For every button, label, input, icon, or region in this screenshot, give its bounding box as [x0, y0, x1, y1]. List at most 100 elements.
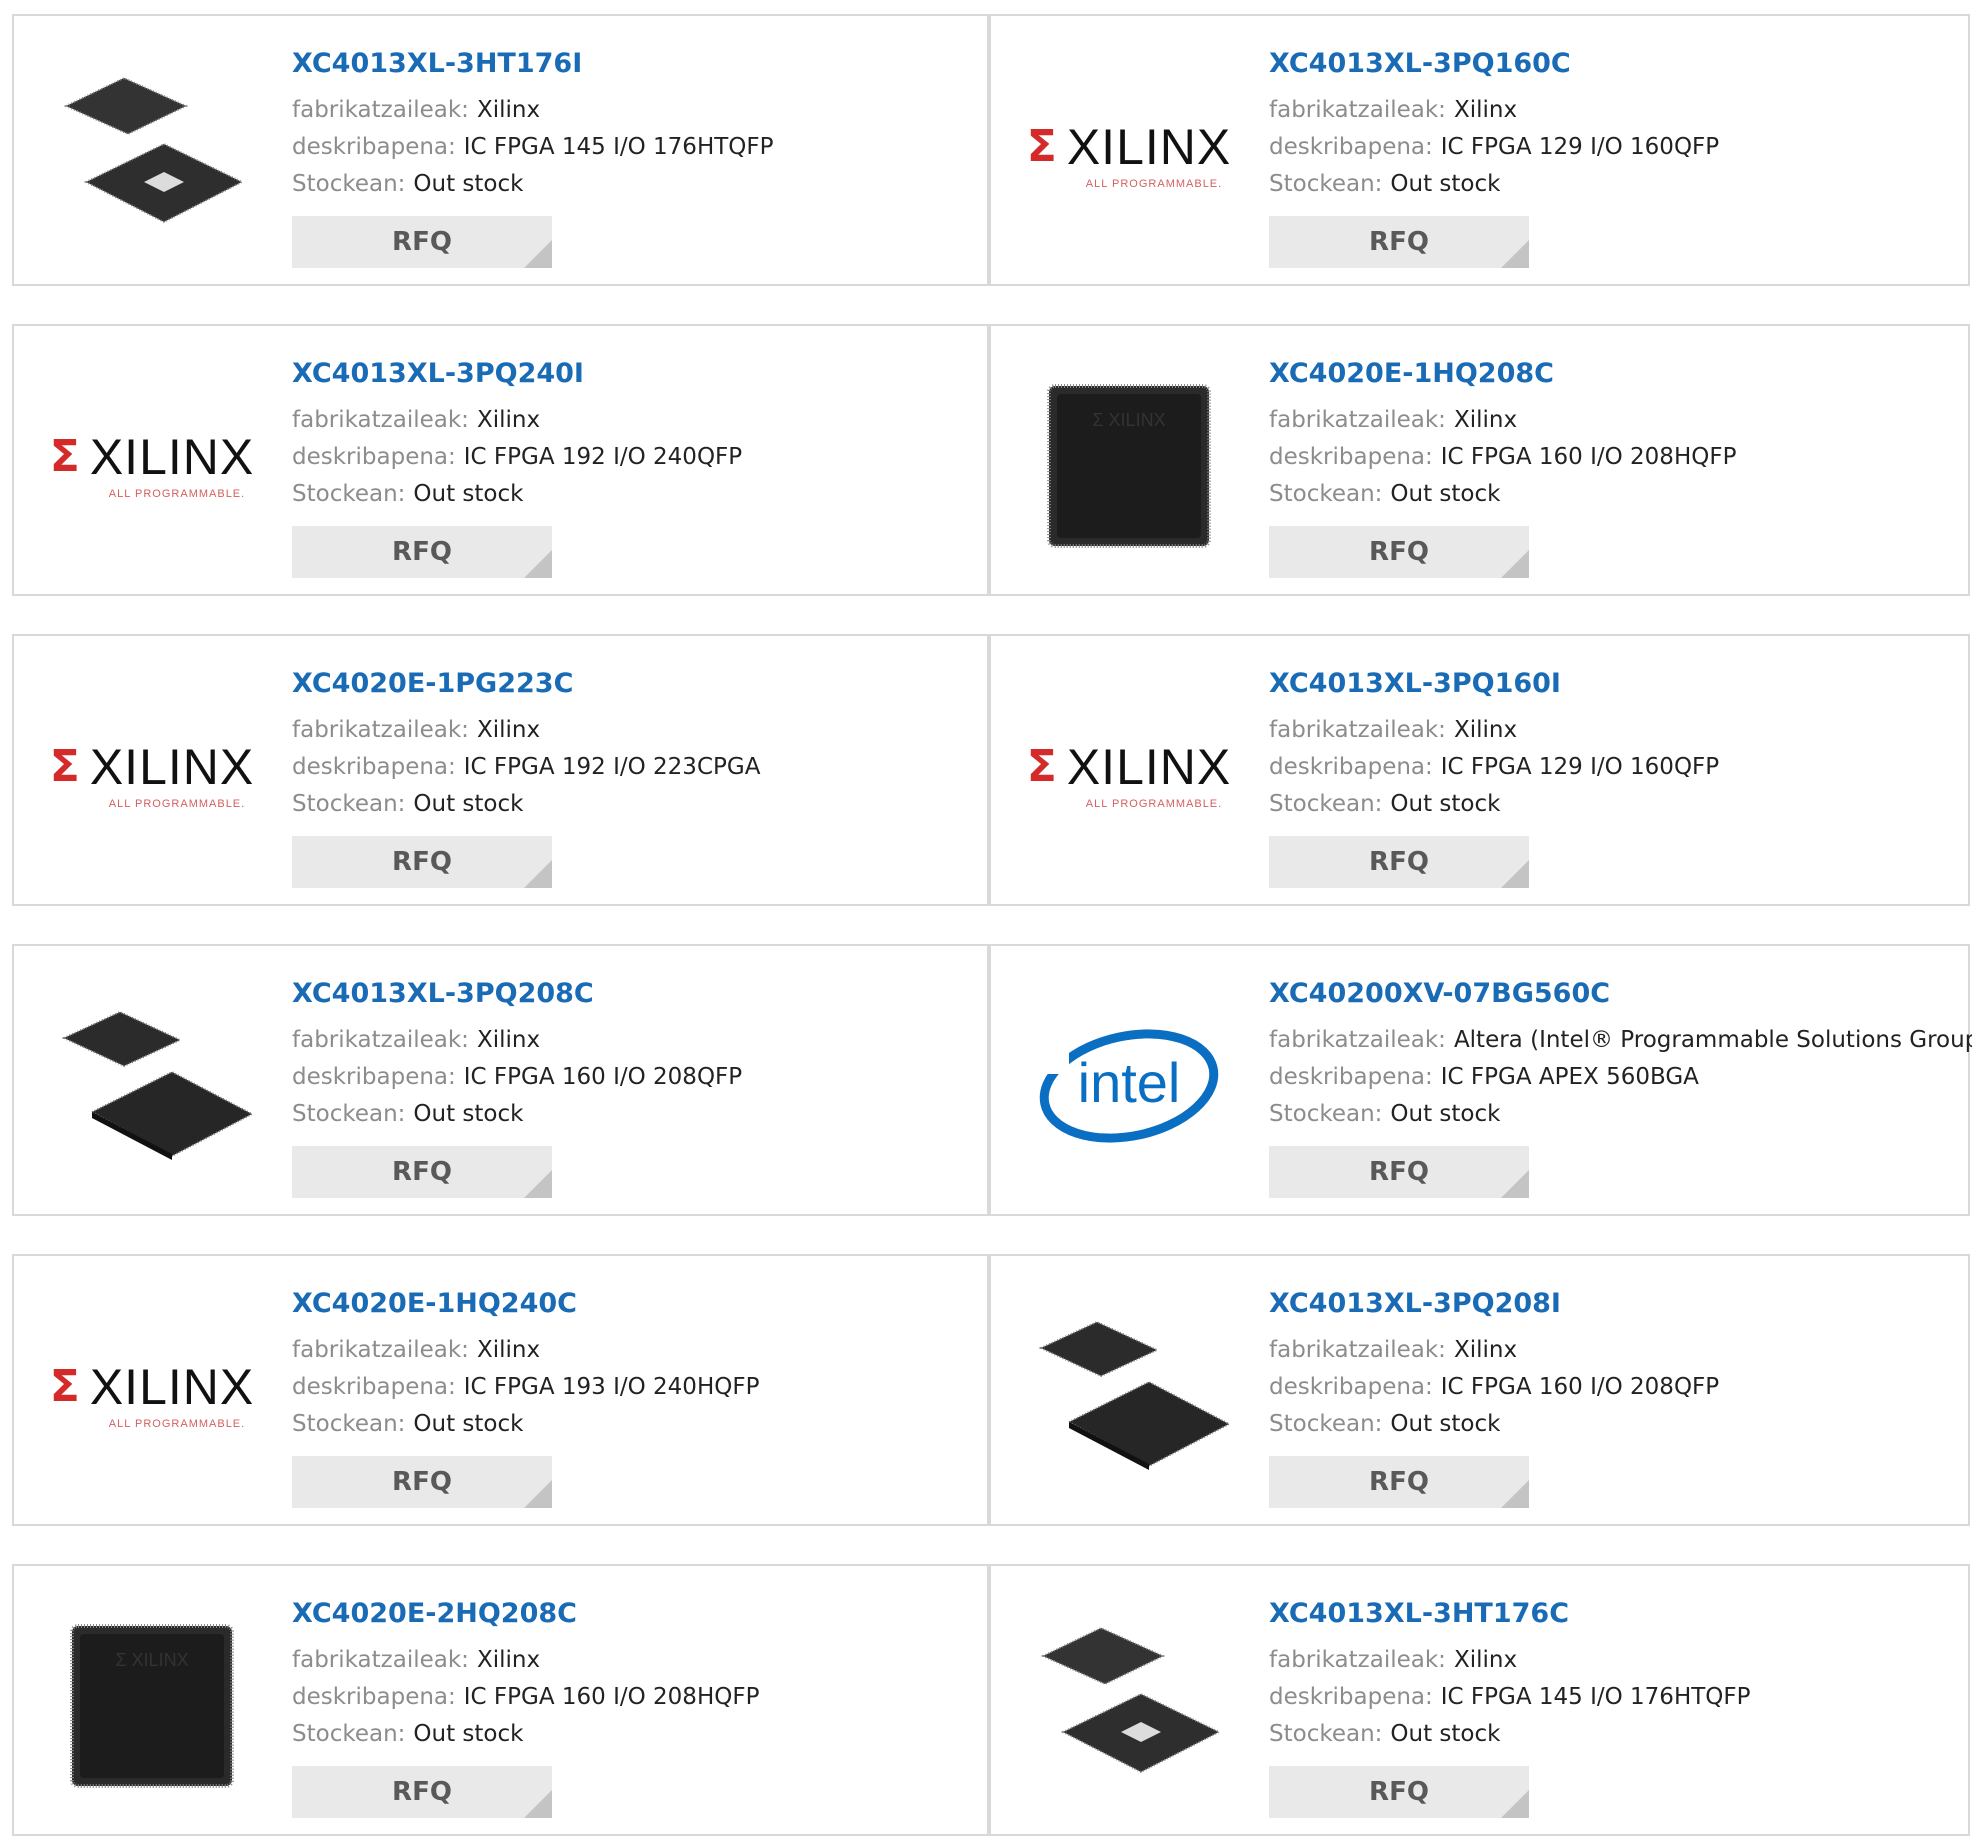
rfq-label: RFQ [392, 1777, 452, 1807]
product-image[interactable]: Σ XILINX ALL PROGRAMMABLE. [49, 676, 255, 876]
product-info: XC4013XL-3HT176I fabrikatzaileak: Xilinx de… [292, 44, 977, 203]
rfq-button[interactable]: RFQ [292, 216, 552, 268]
product-card: Σ XILINX XC4020E-2HQ208C fabrikatzaileak: X… [12, 1564, 989, 1836]
rfq-button[interactable]: RFQ [292, 1456, 552, 1508]
manufacturer-label: fabrikatzaileak: [292, 1647, 469, 1673]
product-info: XC4013XL-3PQ208I fabrikatzaileak: Xilinx de… [1269, 1284, 1958, 1443]
stock-row: Stockean: Out stock [292, 476, 977, 513]
product-card: Σ XILINX ALL PROGRAMMABLE. XC4020E-1HQ240C f… [12, 1254, 989, 1526]
corner-fold-decoration [1501, 550, 1529, 578]
part-number-link[interactable]: XC4013XL-3PQ240I [292, 354, 977, 394]
product-card: XC4013XL-3HT176C fabrikatzaileak: Xilinx de… [989, 1564, 1970, 1836]
manufacturer-label: fabrikatzaileak: [1269, 1027, 1446, 1053]
part-number-link[interactable]: XC4020E-1HQ208C [1269, 354, 1958, 394]
description-label: deskribapena: [292, 754, 456, 780]
stock-label: Stockean: [292, 791, 406, 817]
product-info: XC4013XL-3HT176C fabrikatzaileak: Xilinx de… [1269, 1594, 1958, 1753]
part-number-link[interactable]: XC4013XL-3PQ160C [1269, 44, 1958, 84]
manufacturer-row: fabrikatzaileak: Xilinx [1269, 712, 1958, 749]
stock-label: Stockean: [1269, 481, 1383, 507]
product-image[interactable] [52, 986, 252, 1186]
product-card: Σ XILINX ALL PROGRAMMABLE. XC4013XL-3PQ160C… [989, 14, 1970, 286]
manufacturer-row: fabrikatzaileak: Xilinx [1269, 1332, 1958, 1369]
stock-value: Out stock [1390, 481, 1501, 507]
part-number-link[interactable]: XC4013XL-3HT176I [292, 44, 977, 84]
manufacturer-row: fabrikatzaileak: Xilinx [1269, 1642, 1958, 1679]
stock-label: Stockean: [1269, 1101, 1383, 1127]
part-number-link[interactable]: XC4020E-1HQ240C [292, 1284, 977, 1324]
rfq-button[interactable]: RFQ [1269, 836, 1529, 888]
product-card: Σ XILINX ALL PROGRAMMABLE. XC4020E-1PG223C f… [12, 634, 989, 906]
stock-value: Out stock [413, 1101, 524, 1127]
part-number-link[interactable]: XC4020E-1PG223C [292, 664, 977, 704]
manufacturer-value: Xilinx [476, 97, 541, 123]
qfp-chip-pair-icon [63, 76, 245, 224]
stock-value: Out stock [413, 1721, 524, 1747]
part-number-link[interactable]: XC4020E-2HQ208C [292, 1594, 977, 1634]
product-image[interactable] [1029, 1296, 1229, 1496]
product-image[interactable]: Σ XILINX ALL PROGRAMMABLE. [50, 1296, 253, 1496]
stock-label: Stockean: [292, 481, 406, 507]
product-image[interactable] [1029, 1606, 1229, 1806]
rfq-button[interactable]: RFQ [1269, 1456, 1529, 1508]
description-value: IC FPGA 160 I/O 208HQFP [1440, 444, 1737, 470]
rfq-button[interactable]: RFQ [1269, 526, 1529, 578]
product-image[interactable] [52, 56, 252, 256]
intel-logo: intel [1029, 1029, 1219, 1143]
product-row: XC4013XL-3PQ208C fabrikatzaileak: Xilinx de… [12, 944, 1972, 1216]
description-row: deskribapena: IC FPGA 192 I/O 223CPGA [292, 749, 977, 786]
rfq-button[interactable]: RFQ [292, 836, 552, 888]
product-card: Σ XILINX ALL PROGRAMMABLE. XC4013XL-3PQ240I… [12, 324, 989, 596]
product-info: XC4013XL-3PQ160I fabrikatzaileak: Xilinx de… [1269, 664, 1958, 823]
part-number-link[interactable]: XC4013XL-3HT176C [1269, 1594, 1958, 1634]
rfq-button[interactable]: RFQ [1269, 1146, 1529, 1198]
corner-fold-decoration [1501, 1790, 1529, 1818]
rfq-button[interactable]: RFQ [292, 1766, 552, 1818]
part-number-link[interactable]: XC4013XL-3PQ160I [1269, 664, 1958, 704]
manufacturer-label: fabrikatzaileak: [292, 1337, 469, 1363]
description-row: deskribapena: IC FPGA 129 I/O 160QFP [1269, 749, 1958, 786]
product-info: XC4013XL-3PQ240I fabrikatzaileak: Xilinx de… [292, 354, 977, 513]
stock-row: Stockean: Out stock [292, 1716, 977, 1753]
product-image[interactable]: Σ XILINX ALL PROGRAMMABLE. [1027, 676, 1230, 876]
black-chip-icon: Σ XILINX [70, 1624, 234, 1788]
corner-fold-decoration [524, 1480, 552, 1508]
stock-value: Out stock [413, 171, 524, 197]
product-image[interactable]: Σ XILINX ALL PROGRAMMABLE. [1027, 56, 1230, 256]
manufacturer-value: Xilinx [476, 717, 541, 743]
product-image[interactable]: Σ XILINX [52, 1606, 252, 1806]
rfq-button[interactable]: RFQ [292, 1146, 552, 1198]
corner-fold-decoration [524, 1790, 552, 1818]
rfq-button[interactable]: RFQ [1269, 1766, 1529, 1818]
part-number-link[interactable]: XC4013XL-3PQ208I [1269, 1284, 1958, 1324]
product-card: XC4013XL-3HT176I fabrikatzaileak: Xilinx de… [12, 14, 989, 286]
stock-value: Out stock [1390, 1721, 1501, 1747]
product-info: XC4013XL-3PQ160C fabrikatzaileak: Xilinx de… [1269, 44, 1958, 203]
manufacturer-label: fabrikatzaileak: [1269, 717, 1446, 743]
corner-fold-decoration [524, 240, 552, 268]
description-label: deskribapena: [292, 1684, 456, 1710]
description-row: deskribapena: IC FPGA 192 I/O 240QFP [292, 439, 977, 476]
rfq-button[interactable]: RFQ [292, 526, 552, 578]
product-info: XC4013XL-3PQ208C fabrikatzaileak: Xilinx de… [292, 974, 977, 1133]
product-image[interactable]: Σ XILINX [1029, 366, 1229, 566]
manufacturer-value: Xilinx [1453, 407, 1518, 433]
product-image[interactable]: Σ XILINX ALL PROGRAMMABLE. [49, 366, 255, 566]
xilinx-logo: Σ XILINX ALL PROGRAMMABLE. [49, 429, 255, 500]
stock-row: Stockean: Out stock [1269, 1406, 1958, 1443]
manufacturer-row: fabrikatzaileak: Xilinx [292, 1022, 977, 1059]
stock-row: Stockean: Out stock [1269, 1096, 1958, 1133]
part-number-link[interactable]: XC40200XV-07BG560C [1269, 974, 1958, 1014]
rfq-button[interactable]: RFQ [1269, 216, 1529, 268]
stock-value: Out stock [1390, 1101, 1501, 1127]
description-label: deskribapena: [1269, 444, 1433, 470]
description-value: IC FPGA 193 I/O 240HQFP [463, 1374, 760, 1400]
stock-row: Stockean: Out stock [1269, 166, 1958, 203]
description-label: deskribapena: [1269, 754, 1433, 780]
description-value: IC FPGA 192 I/O 240QFP [463, 444, 743, 470]
svg-text:Σ XILINX: Σ XILINX [115, 1650, 188, 1670]
xilinx-logo: Σ XILINX ALL PROGRAMMABLE. [49, 739, 255, 810]
manufacturer-row: fabrikatzaileak: Altera (Intel® Programma… [1269, 1022, 1972, 1059]
product-image[interactable]: intel [1029, 986, 1229, 1186]
part-number-link[interactable]: XC4013XL-3PQ208C [292, 974, 977, 1014]
